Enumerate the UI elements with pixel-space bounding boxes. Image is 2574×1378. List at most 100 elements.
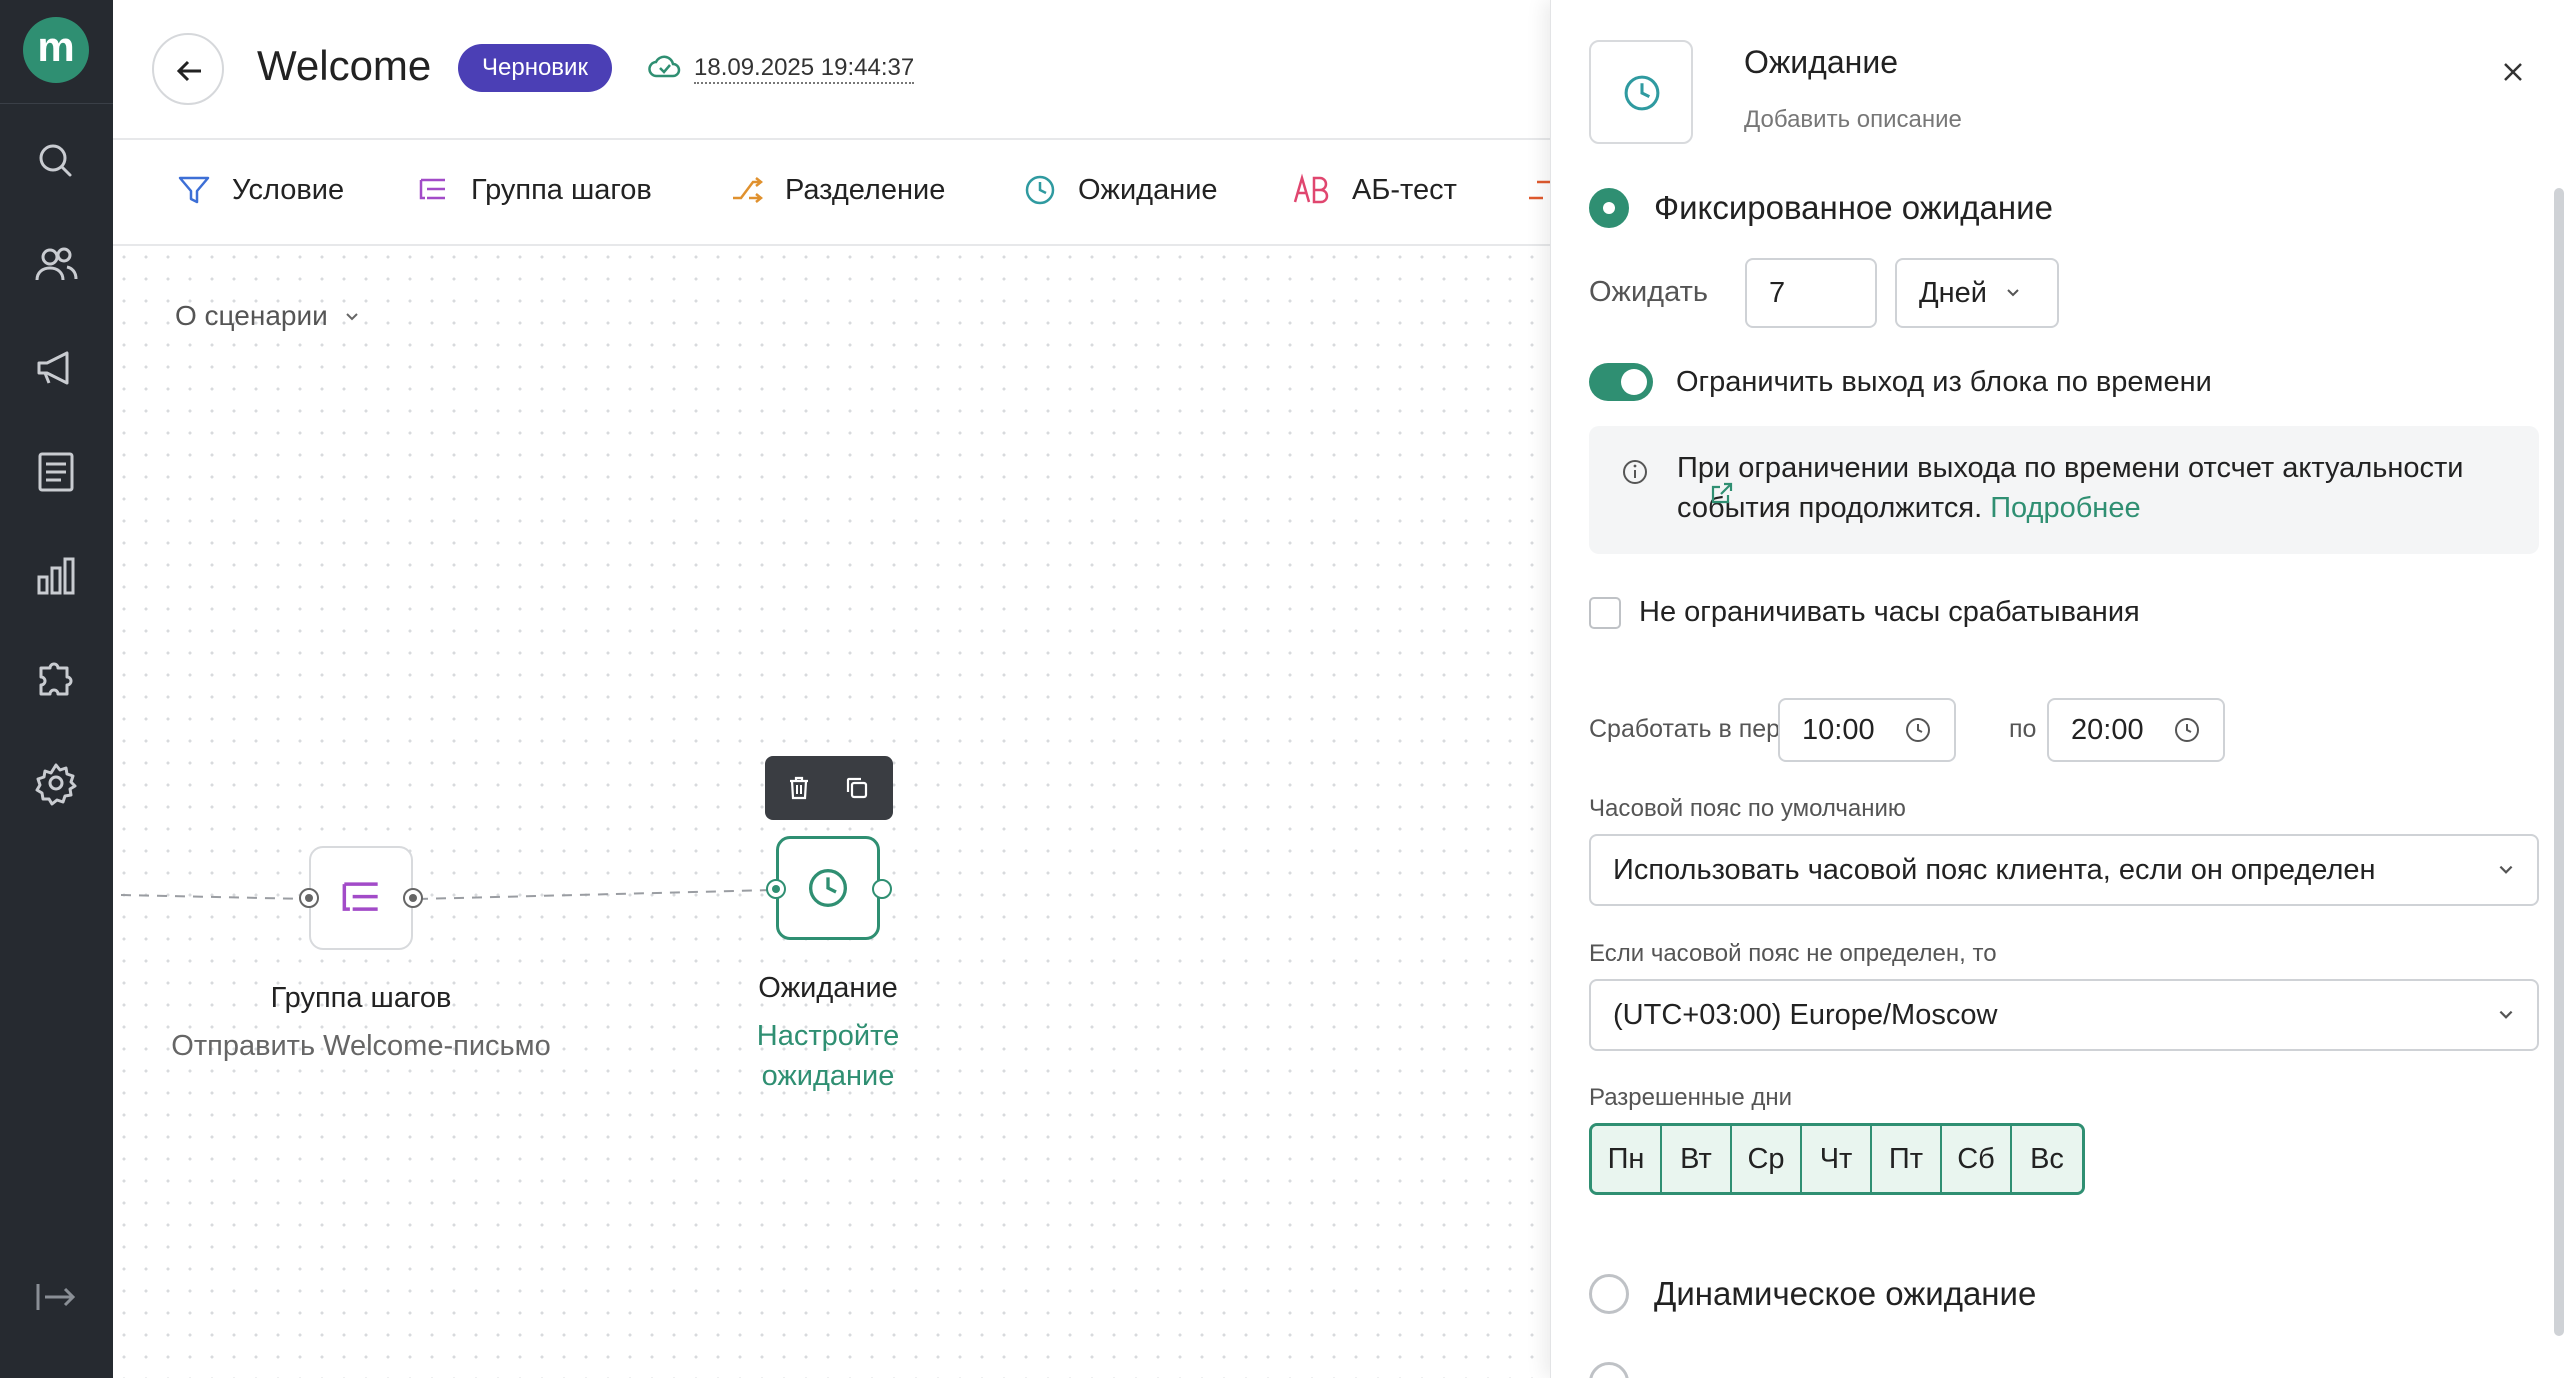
limit-exit-label: Ограничить выход из блока по времени xyxy=(1676,366,2212,398)
day-wed-button[interactable]: Ср xyxy=(1732,1126,1802,1192)
chevron-down-icon xyxy=(2499,865,2513,874)
day-fri-button[interactable]: Пт xyxy=(1872,1126,1942,1192)
chart-icon[interactable] xyxy=(31,551,81,601)
toolbar-wait[interactable]: Ожидание xyxy=(1022,168,1218,212)
period-from-input[interactable]: 10:00 xyxy=(1778,698,1956,762)
allowed-days-label: Разрешенные дни xyxy=(1589,1084,1793,1111)
toolbar-split[interactable]: Разделение xyxy=(729,168,945,212)
day-sat-button[interactable]: Сб xyxy=(1942,1126,2012,1192)
tz-default-select[interactable]: Использовать часовой пояс клиента, если … xyxy=(1589,834,2539,906)
arrow-left-icon xyxy=(176,60,201,82)
tz-default-label: Часовой пояс по умолчанию xyxy=(1589,795,1906,822)
document-icon[interactable] xyxy=(31,447,81,497)
node-subtitle: ожидание xyxy=(761,1060,895,1092)
status-badge: Черновик xyxy=(458,44,612,92)
panel-title[interactable]: Ожидание xyxy=(1744,44,1898,81)
logout-icon[interactable] xyxy=(31,1272,81,1322)
chevron-down-icon xyxy=(2499,1010,2513,1019)
chevron-down-icon xyxy=(345,313,358,321)
node-title: Группа шагов xyxy=(270,982,452,1014)
toolbar-label: Группа шагов xyxy=(471,173,652,206)
no-limit-hours-checkbox[interactable] xyxy=(1589,597,1621,629)
wait-settings-panel: Ожидание Добавить описание Фиксированное… xyxy=(1550,0,2574,1378)
megaphone-icon[interactable] xyxy=(31,343,81,393)
period-from-value: 10:00 xyxy=(1802,713,1875,746)
node-title: Ожидание xyxy=(758,972,898,1004)
tz-fallback-label: Если часовой пояс не определен, то xyxy=(1589,940,1997,967)
header-divider xyxy=(113,138,1550,140)
time-interval-radio[interactable] xyxy=(1589,1362,1629,1378)
node-output-port[interactable] xyxy=(872,879,892,899)
back-button[interactable] xyxy=(152,33,224,105)
allowed-days-group: Пн Вт Ср Чт Пт Сб Вс xyxy=(1589,1123,2085,1195)
step-group-node[interactable] xyxy=(309,846,413,950)
toolbar-condition[interactable]: Условие xyxy=(176,168,344,212)
toolbar-label: Разделение xyxy=(785,173,946,206)
node-subtitle: Настройте xyxy=(756,1020,900,1052)
tz-fallback-select[interactable]: (UTC+03:00) Europe/Moscow xyxy=(1589,979,2539,1051)
puzzle-icon[interactable] xyxy=(31,654,81,704)
dynamic-wait-label: Динамическое ожидание xyxy=(1654,1275,2037,1312)
clock-icon xyxy=(1025,175,1055,205)
node-actions-toolbar xyxy=(765,756,893,820)
info-text: При ограничении выхода по времени отсчет… xyxy=(1677,448,2517,528)
tz-default-value: Использовать часовой пояс клиента, если … xyxy=(1613,853,2376,886)
clock-icon xyxy=(1906,718,1930,742)
external-link-icon xyxy=(1711,482,1733,504)
toolbar-step-group[interactable]: Группа шагов xyxy=(415,168,652,212)
panel-node-icon xyxy=(1589,40,1693,144)
copy-icon[interactable] xyxy=(843,774,871,802)
page-title: Welcome xyxy=(257,42,432,89)
wait-unit-value: Дней xyxy=(1919,276,1987,309)
node-input-port[interactable] xyxy=(766,879,786,899)
close-icon[interactable] xyxy=(2497,56,2529,88)
panel-description[interactable]: Добавить описание xyxy=(1744,106,1962,134)
clock-icon xyxy=(2175,718,2199,742)
node-subtitle: Отправить Welcome-письмо xyxy=(171,1030,551,1062)
day-tue-button[interactable]: Вт xyxy=(1662,1126,1732,1192)
learn-more-link[interactable]: Подробнее xyxy=(1711,482,2141,524)
learn-more-label: Подробнее xyxy=(1990,492,2141,524)
connection-lines xyxy=(120,889,774,900)
no-limit-hours-label: Не ограничивать часы срабатывания xyxy=(1639,596,2140,628)
sidebar-divider xyxy=(0,103,113,104)
toolbar-label: Ожидание xyxy=(1078,173,1218,206)
toolbar-ab-test[interactable]: АБ-тест xyxy=(1292,168,1457,212)
gear-icon[interactable] xyxy=(31,758,81,808)
about-scenario-dropdown[interactable]: О сценарии xyxy=(175,300,360,332)
period-to-input[interactable]: 20:00 xyxy=(2047,698,2225,762)
tz-fallback-value: (UTC+03:00) Europe/Moscow xyxy=(1613,998,1998,1031)
wait-label: Ожидать xyxy=(1589,276,1708,308)
users-icon[interactable] xyxy=(31,240,81,290)
day-mon-button[interactable]: Пн xyxy=(1592,1126,1662,1192)
step-group-icon xyxy=(342,882,378,911)
day-sun-button[interactable]: Вс xyxy=(2012,1126,2082,1192)
clock-icon xyxy=(809,869,847,907)
wait-unit-select[interactable]: Дней xyxy=(1895,258,2059,328)
info-icon xyxy=(1623,460,1647,484)
fixed-wait-label: Фиксированное ожидание xyxy=(1654,189,2053,226)
day-thu-button[interactable]: Чт xyxy=(1802,1126,1872,1192)
wait-node[interactable] xyxy=(776,836,880,940)
trash-icon[interactable] xyxy=(785,774,813,802)
search-icon[interactable] xyxy=(31,136,81,186)
toolbar-label: Условие xyxy=(232,173,345,206)
node-input-port[interactable] xyxy=(299,888,319,908)
step-group-icon xyxy=(419,178,445,200)
dynamic-wait-radio[interactable] xyxy=(1589,1274,1629,1314)
clock-icon xyxy=(1624,75,1660,111)
wait-amount-input[interactable]: 7 xyxy=(1745,258,1877,328)
period-to-label: по xyxy=(2009,715,2037,743)
period-to-value: 20:00 xyxy=(2071,713,2144,746)
limit-exit-toggle[interactable] xyxy=(1589,363,1653,401)
fixed-wait-radio[interactable] xyxy=(1589,188,1629,228)
filter-icon xyxy=(178,176,210,204)
panel-scrollbar[interactable] xyxy=(2554,188,2564,1336)
left-sidebar: m xyxy=(0,0,113,1378)
toolbar-label: АБ-тест xyxy=(1352,173,1457,206)
saved-timestamp: 18.09.2025 19:44:37 xyxy=(694,54,915,84)
node-output-port[interactable] xyxy=(403,888,423,908)
ab-test-icon xyxy=(1293,173,1329,204)
app-logo[interactable]: m xyxy=(23,17,89,83)
info-notice: При ограничении выхода по времени отсчет… xyxy=(1589,426,2539,554)
